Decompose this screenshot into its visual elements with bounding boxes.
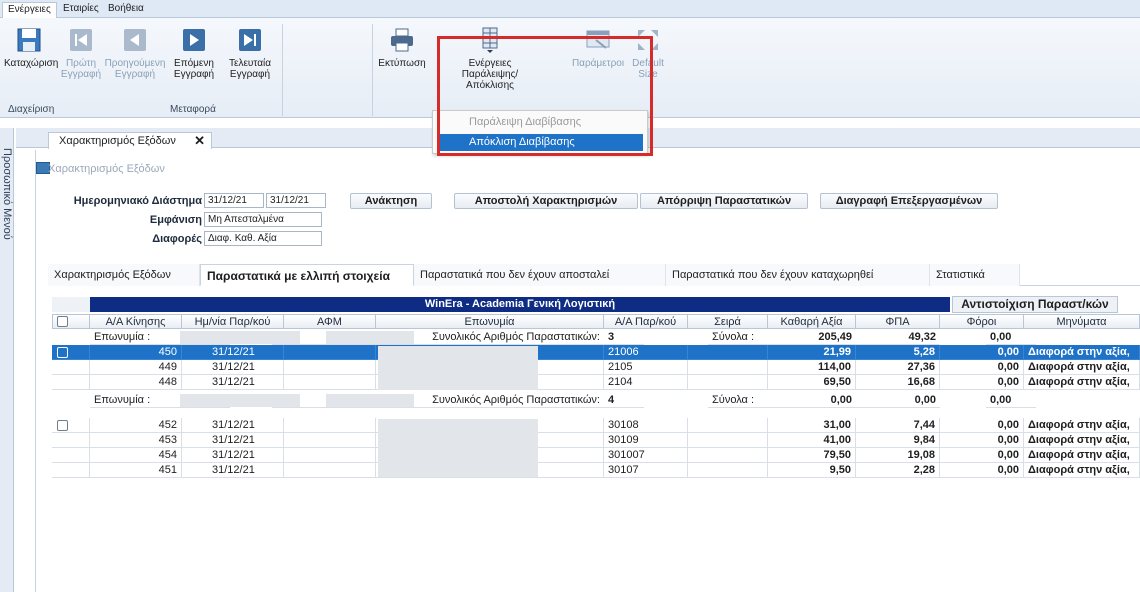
tab-unregistered-documents[interactable]: Παραστατικά που δεν έχουν καταχωρηθεί (666, 264, 930, 286)
first-icon (70, 29, 92, 51)
send-characterizations-button[interactable]: Αποστολή Χαρακτηρισμών (454, 193, 638, 209)
actions-dropdown-menu: Παράλειψη Διαβίβασης Απόκλιση Διαβίβασης (432, 110, 648, 154)
table-row[interactable]: 448 31/12/21 2104 69,50 16,68 0,00 Διαφο… (52, 375, 1140, 390)
differences-label: Διαφορές (152, 233, 202, 245)
save-button[interactable]: Καταχώριση (4, 26, 58, 108)
save-icon (17, 28, 41, 52)
next-icon (183, 29, 205, 51)
retrieve-button[interactable]: Ανάκτηση (350, 193, 432, 209)
show-select[interactable]: Μη Απεσταλμένα (204, 212, 322, 227)
table-row[interactable]: 451 31/12/21 30107 9,50 2,28 0,00 Διαφορ… (52, 463, 1140, 478)
printer-icon (391, 28, 413, 52)
menu-item-deviation-transmission[interactable]: Απόκλιση Διαβίβασης (439, 134, 643, 151)
document-tab[interactable]: Χαρακτηρισμός Εξόδων ✕ (48, 132, 212, 149)
select-all-checkbox[interactable] (57, 316, 68, 327)
skip-deviation-actions-button[interactable]: Ενέργειες Παράλειψης/Απόκλισης (438, 26, 542, 108)
column-header-movement-no[interactable]: Α/Α Κίνησης (90, 314, 182, 329)
menu-actions[interactable]: Ενέργειες (2, 2, 57, 19)
column-header-doc-no[interactable]: Α/Α Παρ/κού (604, 314, 688, 329)
menu-bar: Ενέργειες Εταιρίες Βοήθεια (0, 0, 1140, 19)
print-button[interactable]: Εκτύπωση (378, 26, 426, 108)
table-row-selected[interactable]: 450 31/12/21 21006 21,99 5,28 0,00 Διαφο… (52, 345, 1140, 360)
table-row[interactable]: 449 31/12/21 2105 114,00 27,36 0,00 Διαφ… (52, 360, 1140, 375)
table-row[interactable]: 453 31/12/21 30109 41,00 9,84 0,00 Διαφο… (52, 433, 1140, 448)
column-header-company-name[interactable]: Επωνυμία (376, 314, 604, 329)
date-from-field[interactable]: 31/12/21 (204, 193, 264, 208)
date-range-label: Ημερομηνιακό Διάστημα (73, 195, 202, 207)
redacted-company (326, 331, 414, 344)
form-title: Χαρακτηρισμός Εξόδων (48, 163, 165, 175)
table-row[interactable]: 452 31/12/21 30108 31,00 7,44 0,00 Διαφο… (52, 418, 1140, 433)
column-header-vat[interactable]: ΦΠΑ (856, 314, 940, 329)
table-row[interactable]: 454 31/12/21 301007 79,50 19,08 0,00 Δια… (52, 448, 1140, 463)
reject-documents-button[interactable]: Απόρριψη Παραστατικών (640, 193, 808, 209)
grid-actions-icon (482, 27, 498, 53)
default-size-button[interactable]: Default Size (628, 26, 668, 108)
show-label: Εμφάνιση (149, 214, 202, 226)
resize-icon (638, 30, 658, 50)
next-record-button[interactable]: Επόμενη Εγγραφή (168, 26, 220, 108)
prev-record-button[interactable]: Προηγούμενη Εγγραφή (104, 26, 166, 108)
tab-statistics[interactable]: Στατιστικά (930, 264, 1020, 286)
column-header-series[interactable]: Σειρά (688, 314, 768, 329)
personal-menu-dock[interactable]: Προσωπικό Μενού (0, 128, 14, 592)
menu-help[interactable]: Βοήθεια (103, 2, 149, 17)
redacted-company (180, 331, 300, 344)
tab-expense-characterization[interactable]: Χαρακτηρισμός Εξόδων (48, 264, 200, 286)
menu-item-skip-transmission[interactable]: Παράλειψη Διαβίβασης (439, 114, 643, 131)
column-header-net-value[interactable]: Καθαρή Αξία (768, 314, 856, 329)
date-to-field[interactable]: 31/12/21 (266, 193, 326, 208)
column-header-doc-date[interactable]: Ημ/νία Παρ/κού (182, 314, 284, 329)
group-label-transfer: Μεταφορά (170, 104, 216, 115)
ribbon: Καταχώριση Πρώτη Εγγραφή Προηγούμενη Εγγρα… (0, 18, 1140, 118)
menu-companies[interactable]: Εταιρίες (58, 2, 104, 17)
last-icon (239, 29, 261, 51)
group-label-manage: Διαχείριση (8, 104, 55, 115)
tab-unsent-documents[interactable]: Παραστατικά που δεν έχουν αποσταλεί (414, 264, 666, 286)
column-header-vat-id[interactable]: ΑΦΜ (284, 314, 376, 329)
group-checkbox[interactable] (57, 420, 68, 431)
grid-title: WinEra - Academia Γενική Λογιστική (90, 297, 950, 312)
column-header-messages[interactable]: Μηνύματα (1024, 314, 1140, 329)
group-checkbox[interactable] (57, 347, 68, 358)
differences-select[interactable]: Διαφ. Καθ. Αξία (204, 231, 322, 246)
personal-menu-label: Προσωπικό Μενού (1, 148, 13, 240)
ribbon-separator (282, 24, 283, 116)
redacted-company-names (378, 419, 538, 477)
tab-incomplete-documents[interactable]: Παραστατικά με ελλιπή στοιχεία (200, 264, 414, 286)
redacted-company (326, 394, 414, 407)
prev-icon (124, 29, 146, 51)
redacted-company (180, 394, 300, 407)
delete-processed-button[interactable]: Διαγραφή Επεξεργασμένων (820, 193, 998, 209)
redacted-company-names (378, 346, 538, 390)
ribbon-separator (372, 24, 373, 116)
last-record-button[interactable]: Τελευταία Εγγραφή (222, 26, 278, 108)
parameters-icon (586, 30, 610, 49)
close-icon[interactable]: ✕ (194, 133, 205, 149)
column-header-checkbox[interactable] (52, 314, 90, 329)
document-matching-header: Αντιστοίχιση Παραστ/κών (952, 296, 1118, 313)
grid-title-spacer (52, 297, 90, 312)
parameters-button[interactable]: Παράμετροι (570, 26, 626, 108)
column-header-taxes[interactable]: Φόροι (940, 314, 1024, 329)
first-record-button[interactable]: Πρώτη Εγγραφή (58, 26, 104, 108)
